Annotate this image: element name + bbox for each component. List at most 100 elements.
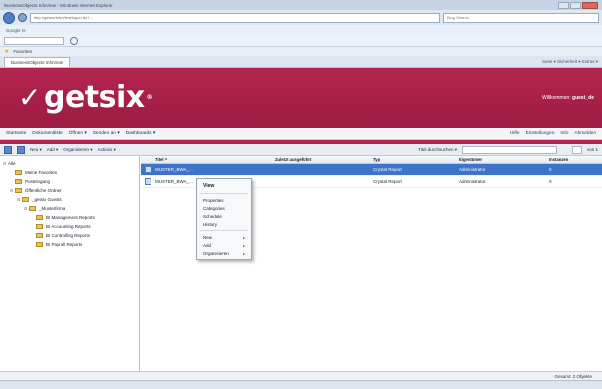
back-button[interactable] <box>3 11 15 24</box>
tree-item-label: BI Controlling Reports <box>46 233 91 238</box>
status-bar: Gesamt: 2 Objekte <box>0 371 602 380</box>
tree-item[interactable]: ⊟ Öffentliche Ordner <box>0 186 139 195</box>
window-titlebar: BusinessObjects InfoView - Windows Inter… <box>0 0 602 10</box>
nav-info[interactable]: Info <box>560 131 568 136</box>
context-menu-item[interactable]: History <box>197 220 251 228</box>
tree-item[interactable]: Posteingang <box>0 177 139 186</box>
col-type[interactable]: Typ <box>369 157 455 162</box>
organize-menu[interactable]: Organisieren ▾ <box>63 147 92 153</box>
col-title[interactable]: Titel ^ <box>151 157 271 162</box>
context-menu-item[interactable]: Organisieren ▸ <box>197 249 251 257</box>
tree-item-label: Meine Favoriten <box>25 170 58 175</box>
folder-icon <box>36 233 43 238</box>
window-controls <box>558 1 598 9</box>
cell-owner: Administrator <box>459 167 486 172</box>
close-button[interactable] <box>582 1 598 9</box>
context-menu-item-label: Add <box>203 242 212 248</box>
browser-search-field[interactable]: Bing Search <box>443 12 599 23</box>
nav-open[interactable]: Öffnen ▾ <box>69 131 87 136</box>
favorites-label[interactable]: Favoriten <box>13 49 32 54</box>
new-menu[interactable]: Neu ▾ <box>30 147 42 153</box>
welcome-label: Willkommen: <box>542 95 571 101</box>
maximize-button[interactable] <box>570 1 581 9</box>
col-owner[interactable]: Eigentümer <box>455 157 545 162</box>
menu-separator <box>200 230 248 231</box>
context-menu: View Properties Categories Schedule History N… <box>196 178 252 260</box>
welcome-user: guest_de <box>572 95 594 101</box>
total-count: Gesamt: 2 Objekte <box>554 373 592 379</box>
nav-logout[interactable]: Abmelden <box>574 131 596 136</box>
folder-icon <box>36 224 43 229</box>
actions-menu[interactable]: Actions ▾ <box>98 147 116 153</box>
tree-item-label: Öffentliche Ordner <box>25 188 62 193</box>
tree-item[interactable]: BI Accounting Reports <box>0 222 139 231</box>
cell-type: Crystal Report <box>373 179 402 184</box>
nav-home[interactable]: Startseite <box>6 131 26 136</box>
address-text: http://getsix/InfoView/logon.do?... <box>34 15 93 20</box>
context-menu-item[interactable]: New ▸ <box>197 233 251 241</box>
tree-item-label: Posteingang <box>25 179 51 184</box>
minimize-button[interactable] <box>558 1 569 9</box>
brand-banner: ✓ getsix ® Willkommen: guest_de <box>0 68 602 128</box>
links-bar <box>0 35 602 47</box>
tree-item[interactable]: BI Controlling Reports <box>0 231 139 240</box>
report-icon <box>141 177 151 186</box>
cell-title: MUSTER_BWA_... <box>155 167 193 172</box>
favorites-bar: ★ Favoriten <box>0 47 602 56</box>
nav-preferences[interactable]: Einstellungen <box>526 131 555 136</box>
infoview-nav: Startseite Dokumentliste Öffnen ▾ Senden… <box>0 128 602 140</box>
address-bar[interactable]: http://getsix/InfoView/logon.do?... <box>30 12 440 23</box>
folder-icon <box>15 170 22 175</box>
google-toolbar-label[interactable]: Google G- <box>6 28 27 33</box>
cell-type: Crystal Report <box>373 167 402 172</box>
nav-send-to[interactable]: Senden an ▾ <box>93 131 120 136</box>
search-icon[interactable] <box>70 36 78 45</box>
add-menu[interactable]: Add ▾ <box>47 147 59 153</box>
table-row[interactable]: MUSTER_BWA_... Crystal Report Administrato… <box>141 164 602 176</box>
tree-item-label: _Musterfirma <box>39 206 66 211</box>
tree-item[interactable]: Meine Favoriten <box>0 168 139 177</box>
context-menu-item[interactable]: Categories <box>197 204 251 212</box>
cell-owner: Administrator <box>459 179 486 184</box>
col-last-run[interactable]: Zuletzt ausgeführt <box>271 157 369 162</box>
doc-toolbar: Neu ▾ Add ▾ Organisieren ▾ Actions ▾ Tit… <box>0 144 602 156</box>
folder-tree-icon[interactable] <box>4 145 12 154</box>
pager-input[interactable] <box>571 145 582 154</box>
cell-instances: 0 <box>549 179 552 184</box>
context-menu-item[interactable]: Properties <box>197 196 251 204</box>
browser-tab[interactable]: BusinessObjects InfoView <box>4 56 70 67</box>
tree-item[interactable]: BI Management Reports <box>0 213 139 222</box>
title-search-label[interactable]: Titel durchsuchen ▾ <box>418 147 457 153</box>
google-search-input[interactable] <box>4 36 64 45</box>
nav-dashboards[interactable]: Dashboards ▾ <box>126 131 156 136</box>
tree-item-label: BI Payroll Reports <box>46 242 83 247</box>
browser-search-placeholder: Bing Search <box>447 15 469 20</box>
tree-item[interactable]: ⊟ Alle <box>0 159 139 168</box>
title-search-input[interactable] <box>461 145 557 154</box>
pager-label: von 1 <box>586 147 598 152</box>
folder-icon <box>15 188 22 193</box>
tree-item-label: BI Management Reports <box>46 215 95 220</box>
context-menu-item[interactable]: Add ▸ <box>197 241 251 249</box>
tree-item[interactable]: BI Payroll Reports <box>0 240 139 249</box>
nav-help[interactable]: Hilfe <box>510 131 520 136</box>
logo-registered: ® <box>146 94 153 101</box>
context-menu-item[interactable]: Schedule <box>197 212 251 220</box>
browser-tab-label: BusinessObjects InfoView <box>11 59 63 65</box>
nav-right: Hilfe Einstellungen Info Abmelden <box>510 131 596 136</box>
context-menu-item[interactable]: View <box>197 181 251 191</box>
folder-icon <box>29 206 36 211</box>
main-area: ⊟ Alle Meine Favoriten Posteingang ⊟ Öffentli… <box>0 156 602 371</box>
logo-text: getsix <box>43 80 145 115</box>
submenu-arrow-icon: ▸ <box>242 250 245 256</box>
forward-button[interactable] <box>18 13 27 22</box>
browser-tools[interactable]: Seite ▾ Sicherheit ▾ Extras ▾ <box>542 59 598 65</box>
context-menu-item-label: New <box>203 234 213 240</box>
refresh-icon[interactable] <box>17 145 25 154</box>
logo-mark-icon: ✓ <box>18 81 41 114</box>
tree-item[interactable]: ⊟ _Musterfirma <box>0 204 139 213</box>
tree-item[interactable]: ⊟ _getsix Guests <box>0 195 139 204</box>
nav-doclist[interactable]: Dokumentliste <box>32 131 62 136</box>
col-instances[interactable]: Instanzen <box>545 157 602 162</box>
star-icon[interactable]: ★ <box>4 48 9 55</box>
